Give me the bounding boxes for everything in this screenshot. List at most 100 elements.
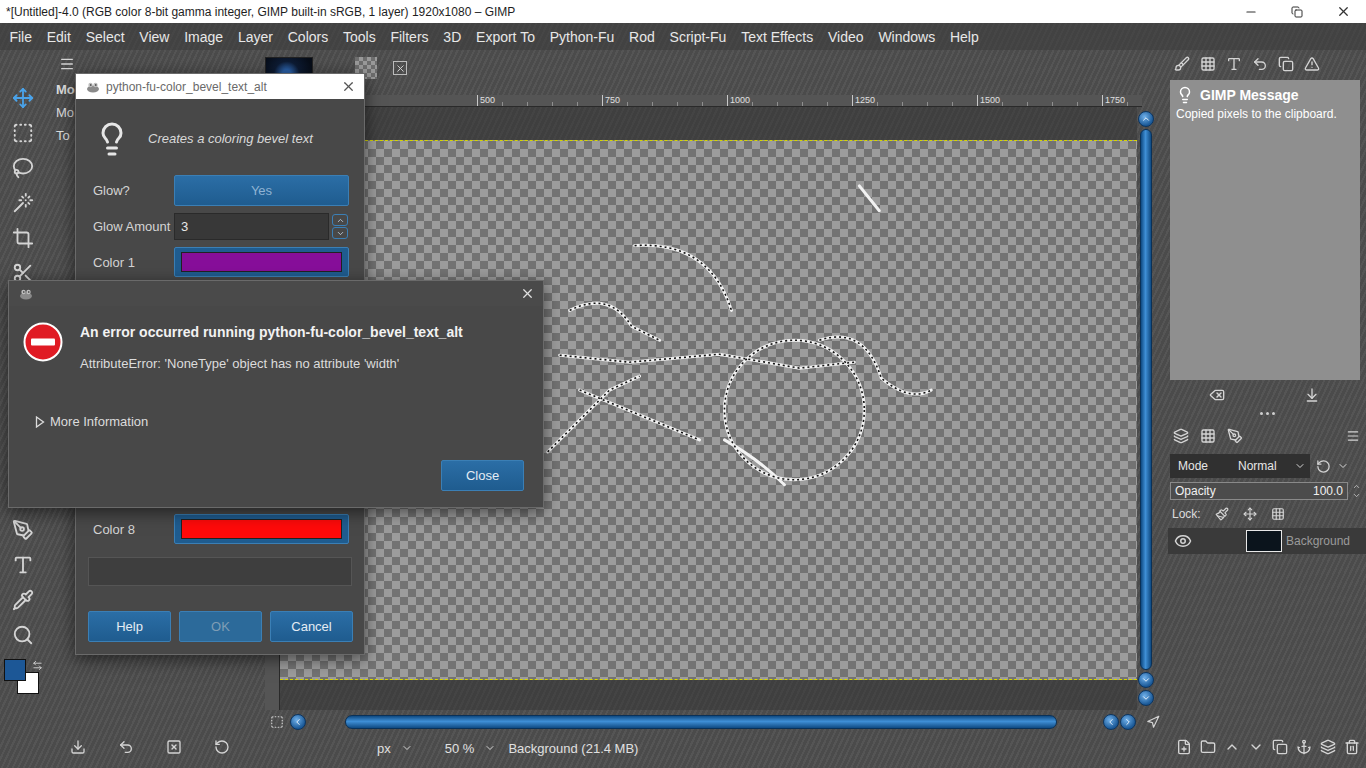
menu-item[interactable]: Filters	[383, 29, 436, 45]
pattern-icon[interactable]	[1200, 56, 1216, 72]
eye-icon[interactable]	[1174, 532, 1192, 550]
tool-button[interactable]	[8, 620, 38, 650]
scroll-thumb[interactable]	[345, 715, 1057, 729]
menu-item[interactable]: Tools	[336, 29, 383, 45]
tool-button[interactable]	[8, 153, 38, 183]
clear-icon[interactable]	[1209, 387, 1225, 403]
reset-mode-icon[interactable]	[1316, 459, 1331, 474]
dialog-button: OK	[179, 611, 262, 642]
tool-button[interactable]	[8, 118, 38, 148]
scroll-down-button[interactable]	[1138, 690, 1154, 706]
menu-item[interactable]: Python-Fu	[542, 29, 621, 45]
mask-icon[interactable]	[1320, 739, 1336, 755]
close-button[interactable]: Close	[441, 460, 524, 491]
scroll-down-button[interactable]	[1138, 672, 1154, 688]
paths-icon[interactable]	[1227, 428, 1243, 444]
close-icon[interactable]	[520, 286, 535, 301]
increment-button[interactable]	[332, 214, 348, 226]
menu-item[interactable]: Video	[821, 29, 871, 45]
menu-item[interactable]: Image	[177, 29, 231, 45]
anchor-layer-icon[interactable]	[1296, 739, 1312, 755]
lock-alpha-icon[interactable]	[1271, 507, 1285, 521]
dialog-button[interactable]: Help	[88, 611, 171, 642]
raise-layer-icon[interactable]	[1224, 739, 1240, 755]
menu-item[interactable]: Export To	[469, 29, 543, 45]
quick-mask-icon[interactable]	[270, 715, 284, 729]
save-icon[interactable]	[1304, 387, 1320, 403]
lower-layer-icon[interactable]	[1248, 739, 1264, 755]
brush-icon[interactable]	[1174, 56, 1190, 72]
color-button[interactable]	[174, 514, 349, 544]
minimize-button[interactable]	[1228, 0, 1274, 23]
scroll-left-button[interactable]	[1103, 714, 1119, 730]
menu-item[interactable]: Script-Fu	[662, 29, 734, 45]
menu-item[interactable]: Select	[78, 29, 132, 45]
path-icon	[12, 519, 34, 541]
tool-button[interactable]	[8, 188, 38, 218]
scroll-up-button[interactable]	[1138, 111, 1154, 127]
close-icon[interactable]	[341, 79, 356, 94]
dialog-title-bar[interactable]: python-fu-color_bevel_text_alt	[76, 74, 364, 99]
save-icon[interactable]	[70, 739, 86, 755]
clipboard-icon[interactable]	[1278, 56, 1294, 72]
restore-button[interactable]	[1274, 0, 1320, 23]
tool-button[interactable]	[8, 223, 38, 253]
error-title-bar[interactable]	[9, 281, 543, 306]
vertical-scrollbar[interactable]	[1137, 107, 1155, 710]
tool-button[interactable]	[8, 550, 38, 580]
menu-item[interactable]: File	[2, 29, 39, 45]
delete-icon[interactable]	[166, 739, 182, 755]
tool-button[interactable]	[8, 83, 38, 113]
details-expander[interactable]: More Information	[35, 414, 524, 430]
font-icon[interactable]	[1226, 56, 1242, 72]
zoom-select[interactable]: 50 %	[441, 739, 501, 758]
dock-separator[interactable]	[1168, 406, 1366, 420]
restore-icon[interactable]	[118, 739, 134, 755]
close-button[interactable]	[1320, 0, 1366, 23]
menu-item[interactable]: Rod	[622, 29, 662, 45]
duplicate-layer-icon[interactable]	[1272, 739, 1288, 755]
delete-layer-icon[interactable]	[1344, 739, 1360, 755]
reset-icon[interactable]	[214, 739, 230, 755]
menu-item[interactable]: Layer	[231, 29, 281, 45]
menu-item[interactable]: 3D	[436, 29, 469, 45]
navigate-icon[interactable]	[1146, 715, 1160, 729]
decrement-button[interactable]	[332, 227, 348, 239]
menu-item[interactable]: Text Effects	[734, 29, 821, 45]
channels-icon[interactable]	[1200, 428, 1216, 444]
horizontal-ruler[interactable]: 5007501000125015001750	[280, 95, 1142, 107]
menu-item[interactable]: Colors	[280, 29, 335, 45]
tab-icon[interactable]	[59, 56, 75, 72]
opacity-spinner[interactable]	[1352, 482, 1364, 500]
dialog-button[interactable]: Cancel	[270, 611, 353, 642]
tool-button[interactable]	[8, 585, 38, 615]
layers-icon[interactable]	[1173, 428, 1189, 444]
lock-position-icon[interactable]	[1243, 507, 1257, 521]
tool-button[interactable]	[8, 515, 38, 545]
toggle-button[interactable]: Yes	[174, 175, 349, 206]
unit-select[interactable]: px	[373, 739, 417, 758]
tab-close-button[interactable]	[393, 61, 407, 75]
opacity-slider[interactable]: Opacity100.0	[1170, 482, 1348, 500]
scroll-thumb[interactable]	[1140, 129, 1152, 670]
layer-row[interactable]: Background	[1168, 528, 1366, 554]
new-group-icon[interactable]	[1200, 739, 1216, 755]
dropdown-icon[interactable]	[1337, 460, 1349, 472]
foreground-color[interactable]	[4, 659, 26, 681]
error-dialog: An error occurred running python-fu-colo…	[8, 280, 544, 508]
undo-history-icon[interactable]	[1252, 56, 1268, 72]
new-layer-icon[interactable]	[1176, 739, 1192, 755]
menu-item[interactable]: View	[132, 29, 177, 45]
scroll-left-button[interactable]	[290, 714, 306, 730]
lock-pixels-icon[interactable]	[1215, 507, 1229, 521]
scroll-right-button[interactable]	[1120, 714, 1136, 730]
color-button[interactable]	[174, 247, 349, 277]
menu-item[interactable]: Edit	[39, 29, 78, 45]
tab-menu-icon[interactable]	[1346, 429, 1360, 443]
swap-colors-button[interactable]	[32, 657, 44, 669]
number-input[interactable]: 3	[174, 213, 329, 240]
warning-icon[interactable]	[1304, 56, 1320, 72]
mode-select[interactable]: ModeNormal	[1170, 454, 1310, 478]
menu-item[interactable]: Help	[943, 29, 987, 45]
menu-item[interactable]: Windows	[871, 29, 943, 45]
